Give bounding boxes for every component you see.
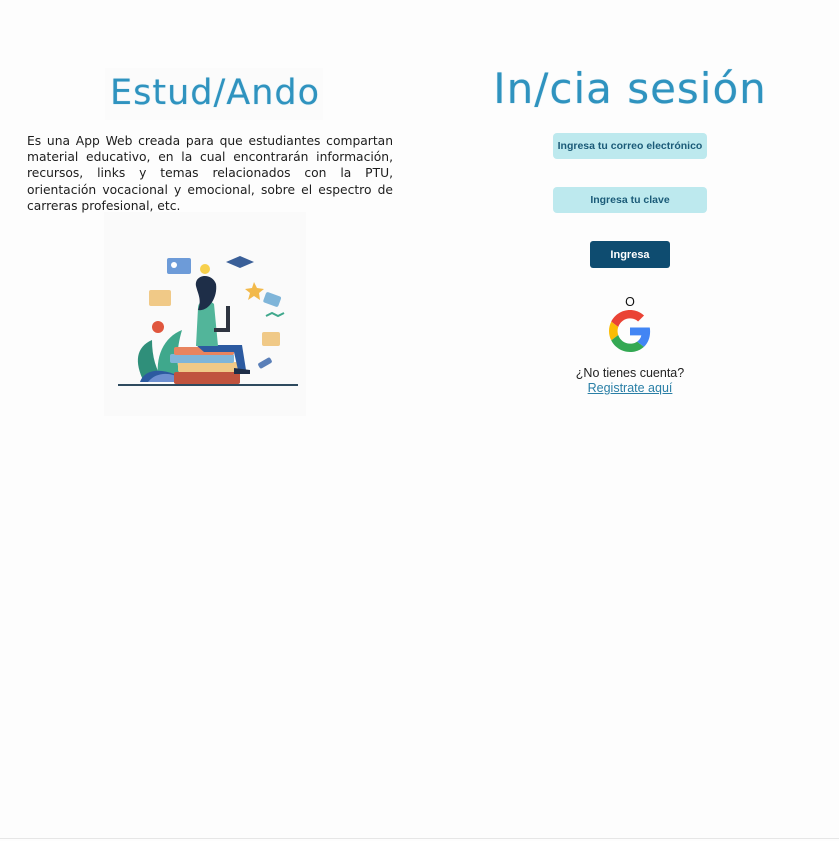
student-illustration bbox=[104, 212, 306, 416]
login-button[interactable]: Ingresa bbox=[590, 241, 670, 268]
estudiando-logo: Estud/Ando bbox=[105, 68, 323, 120]
logo-text: Estud/Ando bbox=[110, 73, 321, 113]
or-separator: O bbox=[625, 295, 635, 309]
login-title: In/cia sesión bbox=[493, 64, 767, 113]
no-account-text: ¿No tienes cuenta? bbox=[575, 366, 685, 380]
google-icon[interactable] bbox=[609, 310, 651, 352]
app-description: Es una App Web creada para que estudiant… bbox=[27, 134, 393, 213]
email-field[interactable] bbox=[553, 133, 707, 159]
password-field[interactable] bbox=[553, 187, 707, 213]
signup-link[interactable]: Registrate aquí bbox=[560, 381, 700, 395]
bottom-divider bbox=[0, 838, 839, 839]
